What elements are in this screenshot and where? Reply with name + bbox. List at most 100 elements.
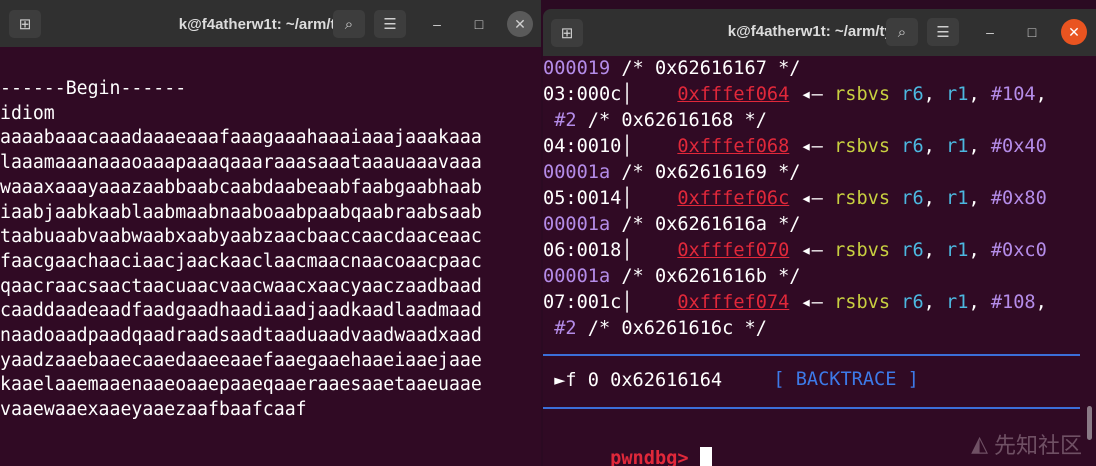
terminal-line: aaaabaaacaaadaaaeaaafaaagaaahaaaiaaajaaa…: [0, 127, 482, 149]
line-c2: ,: [968, 84, 991, 105]
backtrace-line: ►f 0 0x62616164: [543, 370, 723, 391]
watermark-logo-icon: ◭: [971, 431, 988, 457]
backtrace-header: [ BACKTRACE ]: [769, 369, 923, 390]
maximize-button[interactable]: □: [1019, 19, 1045, 45]
line-ins: rsbvs: [834, 292, 891, 313]
close-button[interactable]: ✕: [1061, 19, 1087, 45]
left-window-title: k@f4atherw1t: ~/arm/typo: [178, 16, 363, 33]
terminal-line: iaabjaabkaablaabmaabnaaboaabpaabqaabraab…: [0, 201, 482, 223]
terminal-line: ------Begin------: [0, 78, 187, 99]
terminal-line: taabuaabvaabwaabxaabyaabzaacbaaccaacdaac…: [0, 226, 482, 248]
terminal-line: vaaewaaexaaeyaaezaafbaafcaaf: [0, 399, 307, 421]
line-c2: ,: [968, 240, 991, 261]
line-r1: r6: [901, 188, 924, 209]
terminal-line: qaacraacsaactaacuaacvaacwaacxaacyaaczaad…: [0, 275, 482, 297]
line-addr: 0xfffef06c: [677, 188, 790, 209]
line-addr: 0xfffef070: [677, 240, 790, 261]
line-imm: #108: [990, 292, 1036, 313]
line-r2: r1: [946, 240, 969, 261]
telescope-line: 000019 /* 0x62616167 */: [543, 56, 800, 82]
line-pre: 06:0018│: [543, 240, 678, 261]
scrollbar[interactable]: [1087, 406, 1092, 440]
line-b: /* 0x6261616b */: [610, 266, 801, 287]
left-terminal-window: ⊞ k@f4atherw1t: ~/arm/typo ⌕ ☰ – □ ✕ ---…: [0, 0, 541, 466]
line-r1: r6: [901, 292, 924, 313]
line-imm: #104: [990, 84, 1036, 105]
search-icon: ⌕: [897, 23, 907, 41]
line-imm: #0x40: [990, 136, 1047, 157]
telescope-line: #2 /* 0x6261616c */: [543, 316, 767, 342]
menu-button[interactable]: ☰: [927, 18, 959, 46]
search-button[interactable]: ⌕: [886, 18, 918, 46]
line-r1: r6: [901, 84, 924, 105]
right-terminal-output[interactable]: #2 /* 0x6261616c */07:001c│ 0xfffef074 ◂…: [543, 56, 1096, 466]
right-terminal-window: ⊞ k@f4atherw1t: ~/arm/typo ⌕ ☰ – □ ✕ #2 …: [543, 9, 1096, 466]
terminal-line: waaaxaaayaaazaabbaabcaabdaabeaabfaabgaab…: [0, 176, 482, 198]
search-icon: ⌕: [344, 15, 354, 33]
menu-button[interactable]: ☰: [374, 10, 406, 38]
line-r2: r1: [946, 292, 969, 313]
telescope-line: 00001a /* 0x6261616b */: [543, 264, 800, 290]
separator-bottom: [543, 407, 1080, 409]
line-a: 00001a: [543, 266, 611, 287]
terminal-line: naadoaadpaadqaadraadsaadtaaduaadvaadwaad…: [0, 325, 482, 346]
line-ins: rsbvs: [834, 84, 891, 105]
right-window-title: k@f4atherw1t: ~/arm/typo: [727, 23, 912, 40]
line-r2: r1: [946, 84, 969, 105]
line-b: /* 0x62616169 */: [610, 162, 801, 183]
line-a: 00001a: [543, 162, 611, 183]
line-c1: ,: [923, 84, 947, 105]
line-imm2: #2: [543, 110, 577, 131]
minimize-button[interactable]: –: [424, 11, 450, 37]
search-button[interactable]: ⌕: [333, 10, 365, 38]
telescope-line: #2 /* 0x62616168 */: [543, 108, 767, 134]
prompt-line[interactable]: pwndbg>: [543, 420, 712, 466]
line-arrow: ◂—: [789, 136, 835, 157]
line-c1: ,: [923, 292, 947, 313]
line-r2: r1: [946, 188, 969, 209]
line-addr: 0xfffef068: [677, 136, 790, 157]
line-arrow: ◂—: [789, 188, 835, 209]
line-c1: ,: [923, 136, 947, 157]
line-imm2: #2: [543, 318, 577, 339]
line-b: /* 0x62616168 */: [576, 110, 767, 131]
line-ins: rsbvs: [834, 240, 891, 261]
line-tail: ,: [1035, 292, 1047, 313]
right-titlebar: ⊞ k@f4atherw1t: ~/arm/typo ⌕ ☰ – □ ✕: [543, 9, 1096, 56]
line-c2: ,: [968, 136, 991, 157]
terminal-line: laaamaaanaaaoaaapaaaqaaaraaasaaataaauaaa…: [0, 152, 482, 174]
line-arrow: ◂—: [789, 84, 835, 105]
line-arrow: ◂—: [789, 292, 835, 313]
minimize-button[interactable]: –: [977, 19, 1003, 45]
line-c2: ,: [968, 188, 991, 209]
hamburger-menu-icon: ☰: [936, 24, 950, 41]
watermark: ◭ 先知社区: [971, 428, 1082, 460]
maximize-button[interactable]: □: [466, 11, 492, 37]
terminal-line: idiom: [0, 102, 55, 124]
line-tail: ,: [1035, 84, 1047, 105]
line-arrow: ◂—: [789, 240, 835, 261]
left-titlebar: ⊞ k@f4atherw1t: ~/arm/typo ⌕ ☰ – □ ✕: [0, 0, 541, 47]
close-button[interactable]: ✕: [507, 11, 533, 37]
line-pre: 03:000c│: [543, 84, 678, 105]
line-b: /* 0x62616167 */: [610, 58, 801, 79]
terminal-line: caaddaadeaadfaadgaadhaadiaadjaadkaadlaad…: [0, 300, 482, 322]
terminal-line: faacgaachaaciaacjaackaaclaacmaacnaacoaac…: [0, 250, 482, 272]
line-b: /* 0x6261616a */: [610, 214, 801, 235]
line-r1: r6: [901, 240, 924, 261]
telescope-line: 00001a /* 0x62616169 */: [543, 160, 800, 186]
line-c1: ,: [923, 240, 947, 261]
telescope-line: 04:0010│ 0xfffef068 ◂— rsbvs r6, r1, #0x…: [543, 134, 1047, 160]
left-terminal-output[interactable]: ------Begin------ idiom aaaabaaacaaadaaaea…: [0, 47, 541, 466]
telescope-line: 03:000c│ 0xfffef064 ◂— rsbvs r6, r1, #10…: [543, 82, 1047, 108]
line-addr: 0xfffef064: [677, 84, 790, 105]
line-imm: #0xc0: [990, 240, 1047, 261]
line-pre: 05:0014│: [543, 188, 678, 209]
line-ins: rsbvs: [834, 136, 891, 157]
terminal-line: yaadzaaebaaecaaedaaeeaaefaaegaaehaaeiaae…: [0, 349, 482, 371]
line-r2: r1: [946, 136, 969, 157]
hamburger-menu-icon: ☰: [383, 16, 397, 33]
pwndbg-prompt: pwndbg>: [610, 448, 689, 466]
terminal-line: kaaelaaemaaenaaeoaaepaaeqaaeraaesaaetaae…: [0, 374, 482, 396]
line-pre: 04:0010│: [543, 136, 678, 157]
